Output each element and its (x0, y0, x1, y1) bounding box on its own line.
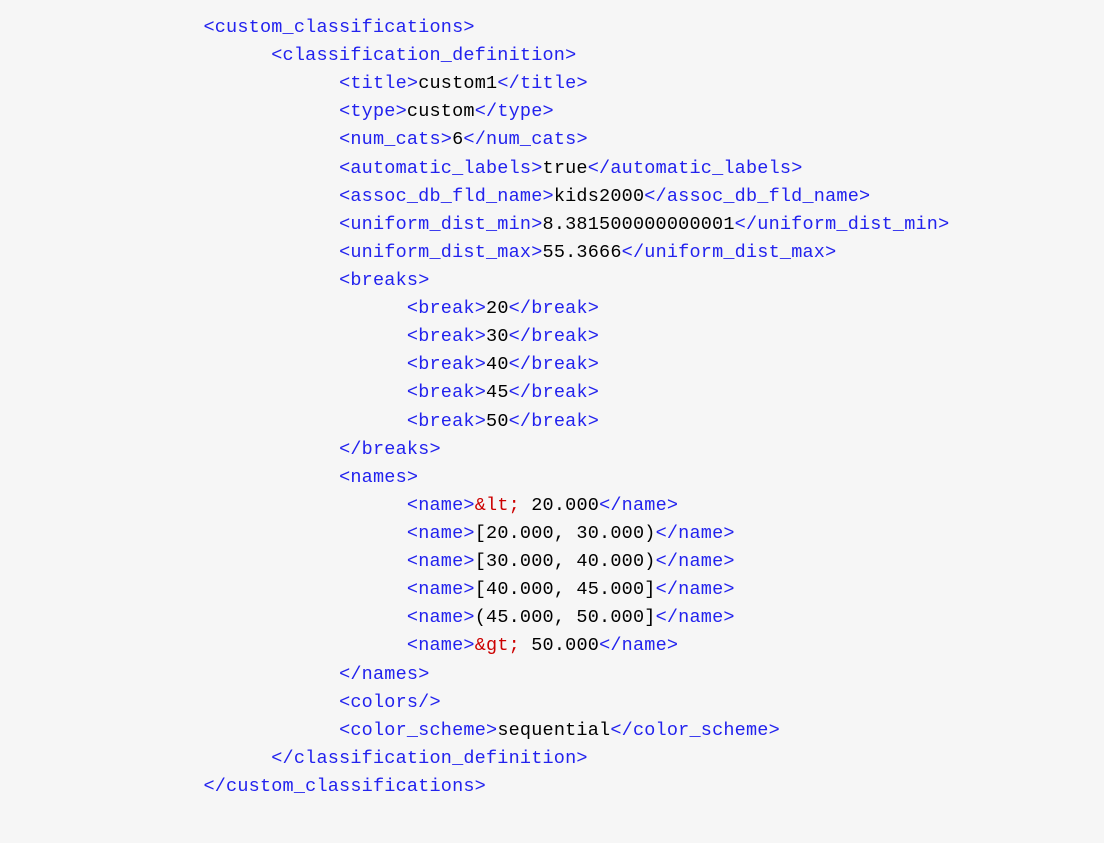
line: <breaks> (0, 270, 430, 291)
text-content: 8.381500000000001 (543, 214, 735, 235)
line: <colors/> (0, 692, 441, 713)
tag: </name> (656, 523, 735, 544)
line: <break>30</break> (0, 326, 599, 347)
tag: </break> (509, 298, 599, 319)
line: <title>custom1</title> (0, 73, 588, 94)
tag: </uniform_dist_min> (735, 214, 950, 235)
line: <name>[20.000, 30.000)</name> (0, 523, 735, 544)
tag: <break> (407, 411, 486, 432)
tag: <breaks> (339, 270, 429, 291)
line: <custom_classifications> (0, 17, 475, 38)
tag: <uniform_dist_max> (339, 242, 542, 263)
line: <color_scheme>sequential</color_scheme> (0, 720, 780, 741)
line: <break>45</break> (0, 382, 599, 403)
tag: <colors/> (339, 692, 441, 713)
line: <break>50</break> (0, 411, 599, 432)
tag-close: </classification_definition> (271, 748, 587, 769)
tag: <color_scheme> (339, 720, 497, 741)
line: <num_cats>6</num_cats> (0, 129, 588, 150)
entity: &lt; (475, 495, 520, 516)
tag-close: </custom_classifications> (203, 776, 486, 797)
tag: </name> (599, 635, 678, 656)
tag: </name> (599, 495, 678, 516)
line: </breaks> (0, 439, 441, 460)
tag: <num_cats> (339, 129, 452, 150)
tag: <name> (407, 495, 475, 516)
tag: </break> (509, 326, 599, 347)
tag: <break> (407, 354, 486, 375)
text-content: 40 (486, 354, 509, 375)
line: </classification_definition> (0, 748, 588, 769)
line: <automatic_labels>true</automatic_labels… (0, 158, 803, 179)
text-content: true (543, 158, 588, 179)
text-content: 50.000 (520, 635, 599, 656)
tag: <name> (407, 635, 475, 656)
tag: <name> (407, 579, 475, 600)
line: <name>&lt; 20.000</name> (0, 495, 678, 516)
tag: <break> (407, 326, 486, 347)
line: <classification_definition> (0, 45, 576, 66)
tag: </name> (656, 579, 735, 600)
text-content: 45 (486, 382, 509, 403)
xml-code-block: <custom_classifications> <classification… (0, 0, 1104, 819)
text-content: custom1 (418, 73, 497, 94)
text-content: 20.000 (520, 495, 599, 516)
tag: <name> (407, 523, 475, 544)
line: <uniform_dist_min>8.381500000000001</uni… (0, 214, 949, 235)
text-content: 50 (486, 411, 509, 432)
tag: <automatic_labels> (339, 158, 542, 179)
tag: <name> (407, 607, 475, 628)
tag: <names> (339, 467, 418, 488)
line: <break>40</break> (0, 354, 599, 375)
tag: </color_scheme> (610, 720, 780, 741)
tag: </assoc_db_fld_name> (644, 186, 870, 207)
text-content: kids2000 (554, 186, 644, 207)
text-content: 6 (452, 129, 463, 150)
tag: </type> (475, 101, 554, 122)
text-content: sequential (497, 720, 610, 741)
text-content: 55.3666 (543, 242, 622, 263)
tag: <break> (407, 382, 486, 403)
tag: </break> (509, 411, 599, 432)
tag: <name> (407, 551, 475, 572)
text-content: custom (407, 101, 475, 122)
line: <name>&gt; 50.000</name> (0, 635, 678, 656)
line: <break>20</break> (0, 298, 599, 319)
text-content: 20 (486, 298, 509, 319)
line: <name>(45.000, 50.000]</name> (0, 607, 735, 628)
entity: &gt; (475, 635, 520, 656)
tag: </break> (509, 354, 599, 375)
text-content: [40.000, 45.000] (475, 579, 656, 600)
tag: <assoc_db_fld_name> (339, 186, 554, 207)
text-content: [30.000, 40.000) (475, 551, 656, 572)
tag: </num_cats> (463, 129, 587, 150)
tag-open: <classification_definition> (271, 45, 576, 66)
line: <uniform_dist_max>55.3666</uniform_dist_… (0, 242, 836, 263)
tag: <uniform_dist_min> (339, 214, 542, 235)
tag: </uniform_dist_max> (622, 242, 837, 263)
text-content: 30 (486, 326, 509, 347)
line: <names> (0, 467, 418, 488)
tag: </breaks> (339, 439, 441, 460)
line: <type>custom</type> (0, 101, 554, 122)
tag: <type> (339, 101, 407, 122)
tag: </automatic_labels> (588, 158, 803, 179)
tag-open: <custom_classifications> (203, 17, 474, 38)
line: <name>[30.000, 40.000)</name> (0, 551, 735, 572)
line: </names> (0, 664, 430, 685)
line: </custom_classifications> (0, 776, 486, 797)
line: <name>[40.000, 45.000]</name> (0, 579, 735, 600)
text-content: [20.000, 30.000) (475, 523, 656, 544)
tag: </name> (656, 607, 735, 628)
tag: <title> (339, 73, 418, 94)
line: <assoc_db_fld_name>kids2000</assoc_db_fl… (0, 186, 870, 207)
tag: <break> (407, 298, 486, 319)
text-content: (45.000, 50.000] (475, 607, 656, 628)
tag: </break> (509, 382, 599, 403)
tag: </names> (339, 664, 429, 685)
tag: </name> (656, 551, 735, 572)
tag: </title> (497, 73, 587, 94)
